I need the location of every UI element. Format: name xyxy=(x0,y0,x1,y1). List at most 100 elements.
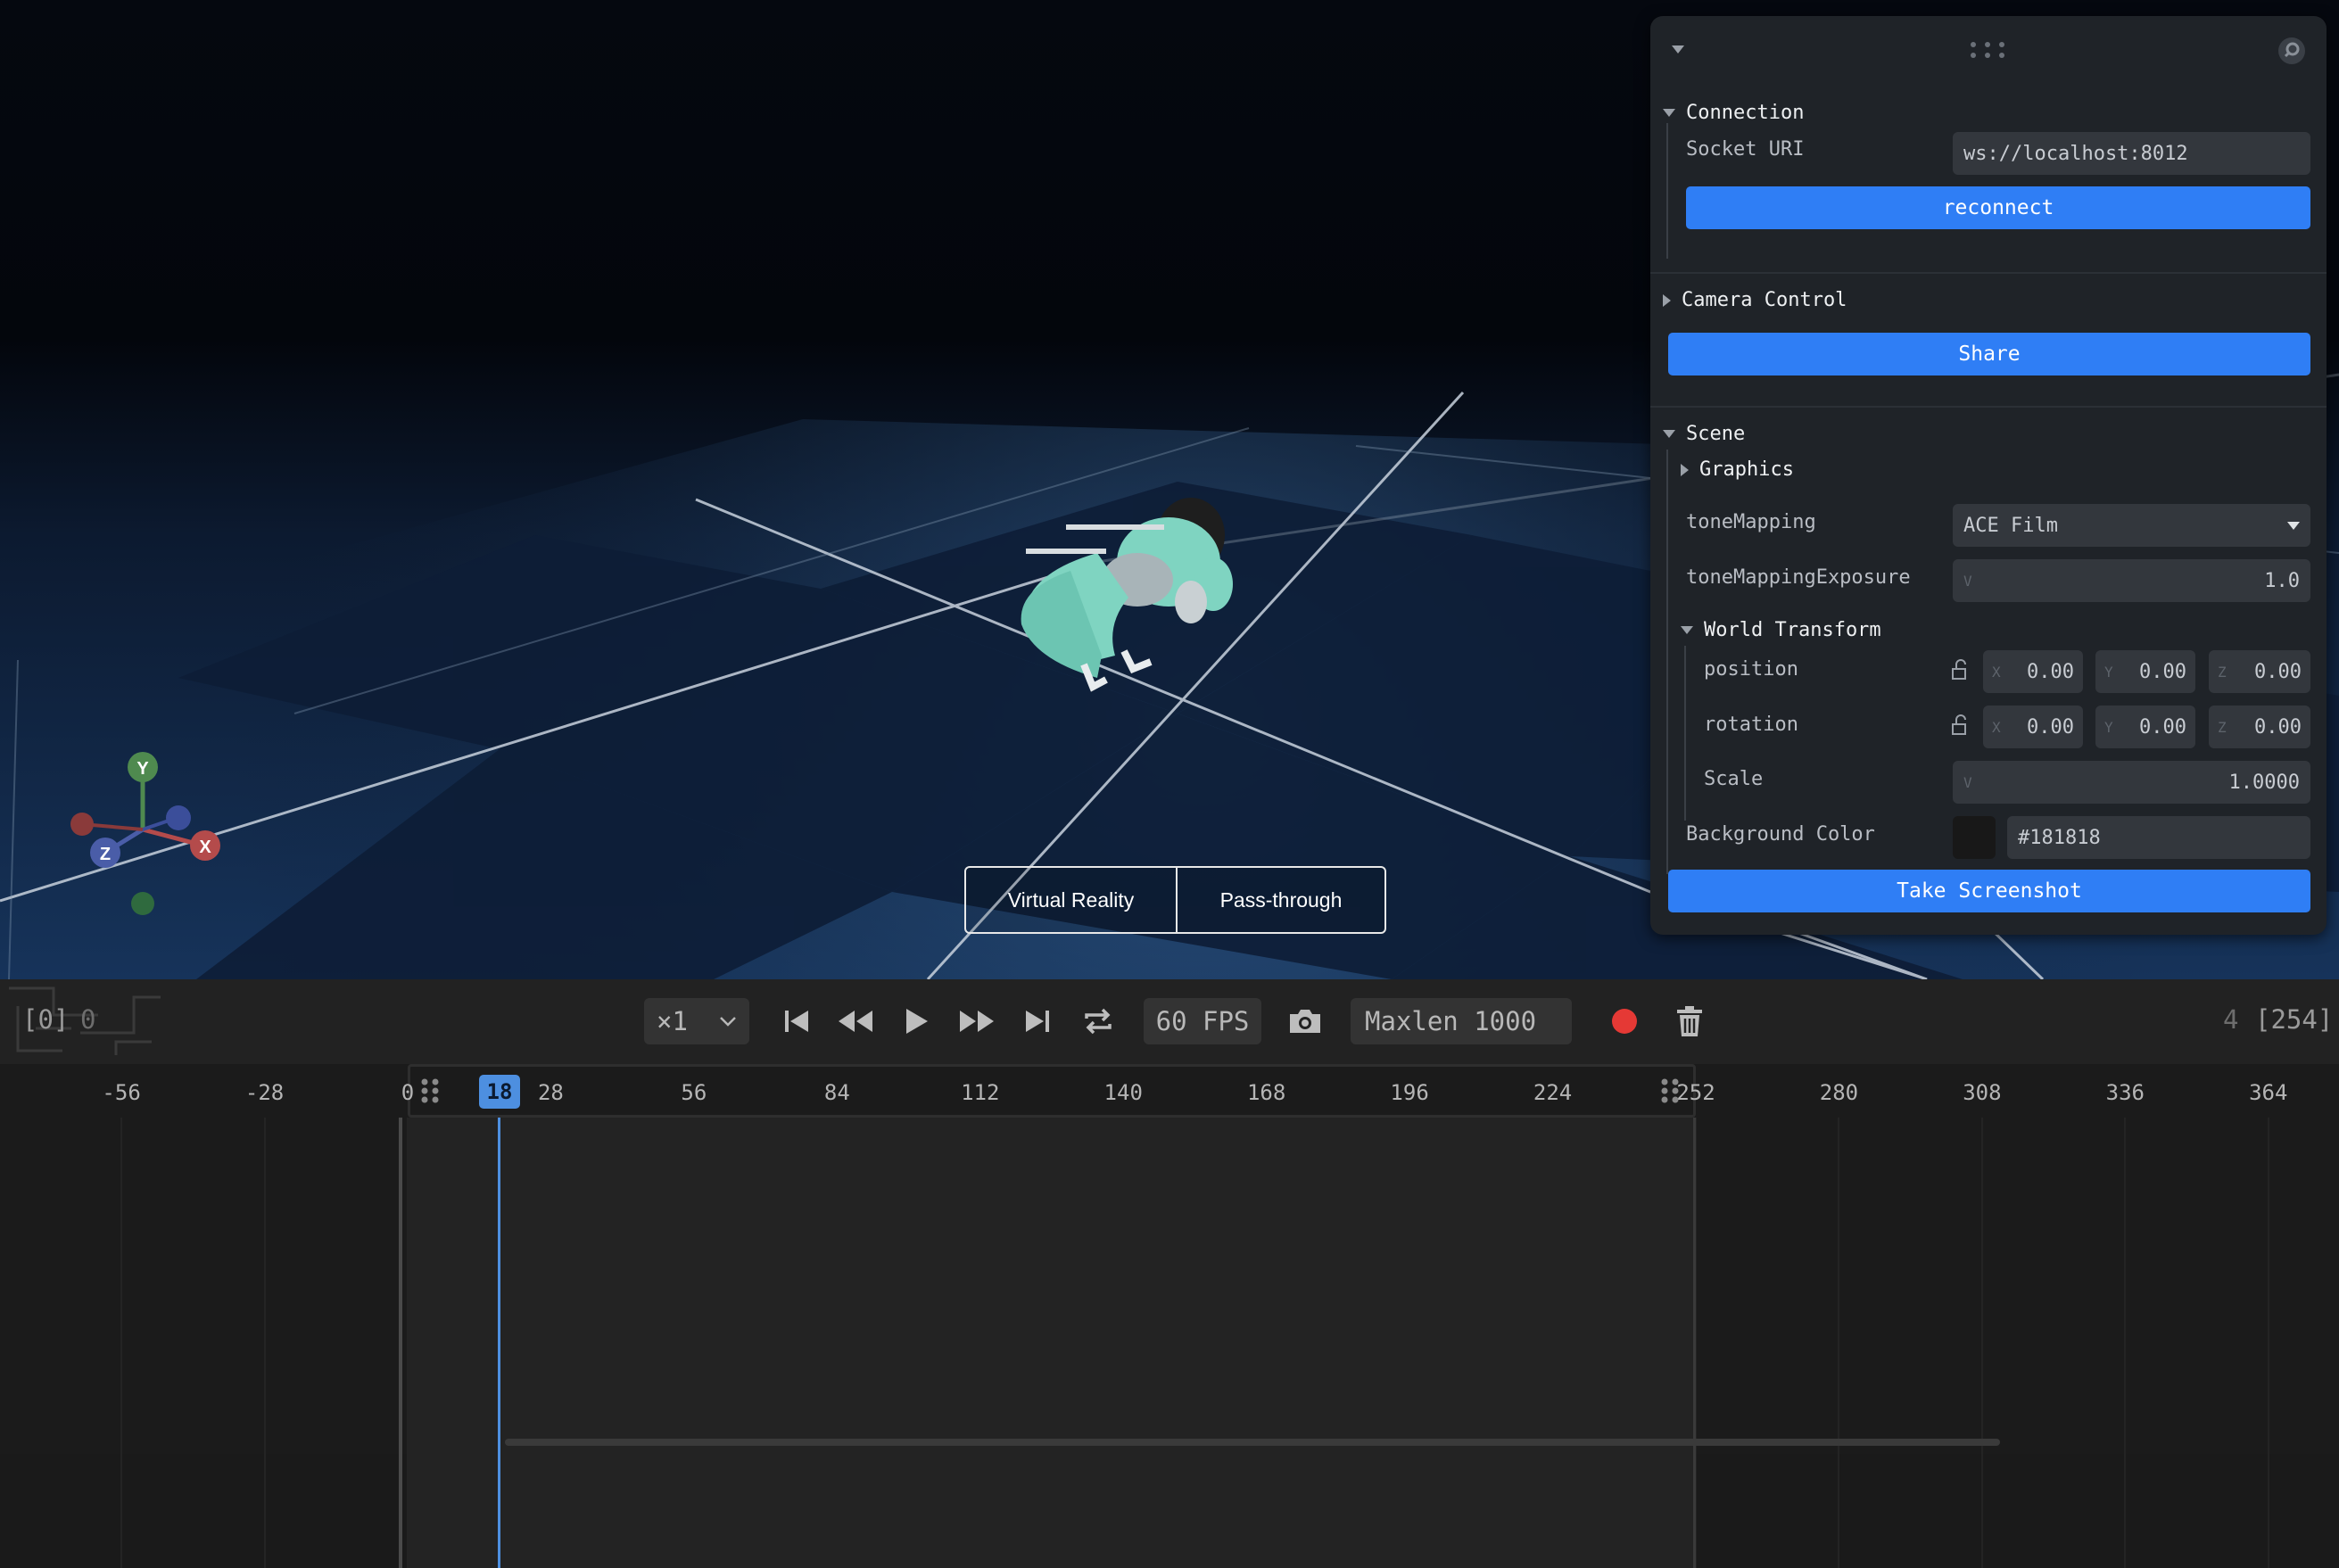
rotation-x-input[interactable]: X 0.00 xyxy=(1983,706,2083,748)
timeline-tick-label: 168 xyxy=(1246,1080,1286,1105)
fast-forward-icon[interactable] xyxy=(958,1003,996,1040)
frame-end-index: [254] xyxy=(2255,1004,2334,1035)
rotation-z-value: 0.00 xyxy=(2254,715,2302,739)
tone-mapping-exposure-value: 1.0 xyxy=(2264,569,2300,592)
timeline-tick-label: 308 xyxy=(1963,1080,2002,1105)
rotation-z-input[interactable]: Z 0.00 xyxy=(2209,706,2310,748)
timeline-gridline xyxy=(1838,1118,1840,1568)
timeline-gridline xyxy=(1980,1118,1983,1568)
unlock-icon[interactable] xyxy=(1950,714,1970,736)
pass-through-button[interactable]: Pass-through xyxy=(1176,866,1386,934)
position-z-input[interactable]: Z 0.00 xyxy=(2209,650,2310,693)
timeline-tick-label: -28 xyxy=(244,1080,285,1105)
expand-icon xyxy=(1663,293,1671,307)
z-tag: Z xyxy=(2218,718,2227,736)
collapse-panel-icon[interactable] xyxy=(1672,45,1684,54)
range-start-handle-icon[interactable] xyxy=(419,1077,442,1105)
loop-icon[interactable] xyxy=(1079,1003,1117,1040)
world-transform-title: World Transform xyxy=(1704,619,1881,641)
rotation-y-value: 0.00 xyxy=(2139,715,2186,739)
panel-header xyxy=(1650,16,2327,80)
virtual-reality-button[interactable]: Virtual Reality xyxy=(964,866,1178,934)
scale-value: 1.0000 xyxy=(2228,771,2300,794)
camera-icon[interactable] xyxy=(1286,1003,1324,1040)
range-selection-body xyxy=(408,1118,1696,1568)
x-tag: X xyxy=(1992,663,2001,681)
expand-icon xyxy=(1663,430,1675,438)
timeline-scrollbar[interactable] xyxy=(505,1439,2000,1446)
rewind-icon[interactable] xyxy=(837,1003,874,1040)
rotation-label: rotation xyxy=(1704,714,1798,736)
graphics-section[interactable]: Graphics xyxy=(1681,458,1794,481)
rotation-x-value: 0.00 xyxy=(2027,715,2074,739)
timeline-tick-label: 196 xyxy=(1390,1080,1429,1105)
skip-to-start-icon[interactable] xyxy=(778,1003,815,1040)
take-screenshot-button[interactable]: Take Screenshot xyxy=(1668,870,2310,912)
indent-guide xyxy=(1684,646,1686,821)
unlock-icon[interactable] xyxy=(1950,659,1970,681)
scene-section[interactable]: Scene xyxy=(1663,423,1745,445)
rotation-y-input[interactable]: Y 0.00 xyxy=(2095,706,2195,748)
range-selection[interactable] xyxy=(408,1064,1696,1118)
gizmo-z-label: Z xyxy=(100,845,111,864)
background-color-label: Background Color xyxy=(1686,823,1875,846)
position-y-input[interactable]: Y 0.00 xyxy=(2095,650,2195,693)
scale-input[interactable]: V 1.0000 xyxy=(1953,761,2310,804)
background-color-swatch[interactable] xyxy=(1953,816,1996,859)
background-color-input[interactable]: #181818 xyxy=(2007,816,2310,859)
speed-select[interactable]: ×1 xyxy=(644,998,749,1044)
range-end-marker[interactable] xyxy=(1693,1118,1696,1568)
timeline-tick-label: 56 xyxy=(681,1080,707,1105)
connection-section[interactable]: Connection xyxy=(1663,102,1804,124)
position-z-value: 0.00 xyxy=(2254,660,2302,683)
y-tag: Y xyxy=(2104,663,2113,681)
y-tag: Y xyxy=(2104,718,2113,736)
timeline-tick-label: 112 xyxy=(961,1080,1000,1105)
playback-bar: [0] 0 ×1 60 FPS Maxlen 1000 4 [254] xyxy=(0,979,2339,1064)
timeline-gridline xyxy=(2267,1118,2269,1568)
timeline-gridline xyxy=(263,1118,266,1568)
camera-control-section[interactable]: Camera Control xyxy=(1663,289,1847,311)
playhead-line[interactable] xyxy=(498,1118,500,1568)
tone-mapping-exposure-label: toneMappingExposure xyxy=(1686,566,1911,589)
playhead-label[interactable]: 18 xyxy=(479,1075,520,1109)
scene-title: Scene xyxy=(1686,423,1746,445)
drag-handle-icon[interactable] xyxy=(1970,39,2009,61)
timeline-tick-label: 140 xyxy=(1103,1080,1143,1105)
timeline-gridline xyxy=(120,1118,123,1568)
frame-start-value: 0 xyxy=(80,1004,96,1035)
play-icon[interactable] xyxy=(897,1003,935,1040)
share-button[interactable]: Share xyxy=(1668,333,2310,375)
search-icon[interactable] xyxy=(2277,36,2307,66)
gizmo-y-label: Y xyxy=(136,759,149,779)
tone-mapping-select[interactable]: ACE Film xyxy=(1953,504,2310,547)
timeline-tick-label: 0 xyxy=(401,1080,415,1105)
timeline-tick-label: 364 xyxy=(2249,1080,2288,1105)
chevron-down-icon xyxy=(720,1017,736,1027)
expand-icon xyxy=(1681,626,1693,634)
fps-display[interactable]: 60 FPS xyxy=(1144,998,1261,1044)
timeline-gridline xyxy=(2124,1118,2127,1568)
skip-to-end-icon[interactable] xyxy=(1019,1003,1056,1040)
record-icon[interactable] xyxy=(1606,1003,1643,1040)
range-start-marker[interactable] xyxy=(399,1118,402,1568)
timeline-tick-label: -56 xyxy=(102,1080,141,1105)
timeline[interactable]: 18 -56 -28 0 28 56 84 112 140 168 196 224 252 280 308… xyxy=(0,1064,2339,1568)
divider xyxy=(1650,272,2327,274)
connection-title: Connection xyxy=(1686,102,1805,124)
position-label: position xyxy=(1704,658,1798,681)
socket-uri-input[interactable]: ws://localhost:8012 xyxy=(1953,132,2310,175)
position-x-input[interactable]: X 0.00 xyxy=(1983,650,2083,693)
socket-uri-label: Socket URI xyxy=(1686,138,1805,161)
reconnect-button[interactable]: reconnect xyxy=(1686,186,2310,229)
trash-icon[interactable] xyxy=(1671,1003,1708,1040)
camera-control-title: Camera Control xyxy=(1682,289,1847,311)
maxlen-input[interactable]: Maxlen 1000 xyxy=(1351,998,1572,1044)
timeline-tick-label: 28 xyxy=(537,1080,564,1105)
indent-guide xyxy=(1666,123,1668,259)
chevron-down-icon xyxy=(2287,521,2300,530)
gizmo-x-label: X xyxy=(199,838,211,857)
value-tag: V xyxy=(1963,572,1972,590)
tone-mapping-exposure-input[interactable]: V 1.0 xyxy=(1953,559,2310,602)
world-transform-section[interactable]: World Transform xyxy=(1681,619,1881,641)
